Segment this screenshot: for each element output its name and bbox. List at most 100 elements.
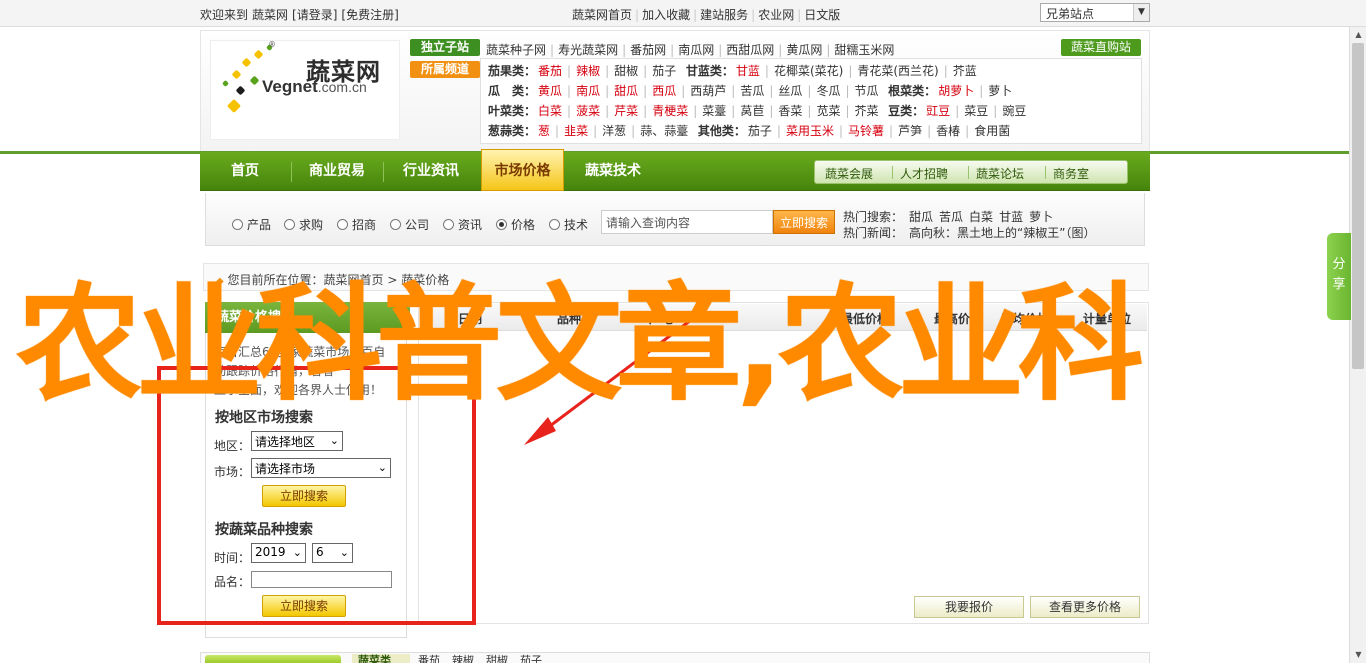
category-link[interactable]: 冬瓜	[816, 84, 840, 98]
category-link[interactable]: 香椿	[936, 124, 960, 138]
search-type-option[interactable]: 技术	[549, 216, 588, 233]
bottom-category-link[interactable]: 甜椒	[486, 654, 508, 663]
category-link[interactable]: 青梗菜	[652, 104, 688, 118]
category-link[interactable]: 甜瓜	[614, 84, 638, 98]
bottom-category-link[interactable]: 番茄	[418, 654, 440, 663]
category-link[interactable]: 辣椒	[576, 64, 600, 78]
hot-search-link[interactable]: 白菜	[969, 210, 993, 224]
category-link[interactable]: 胡萝卜	[938, 84, 974, 98]
category-link[interactable]: 苋菜	[816, 104, 840, 118]
search-type-option[interactable]: 价格	[496, 216, 535, 233]
login-link[interactable]: [请登录]	[292, 8, 337, 22]
nav-item[interactable]: 蔬菜技术	[567, 152, 659, 191]
hot-search-link[interactable]: 甘蓝	[999, 210, 1023, 224]
radio-button[interactable]	[443, 219, 454, 230]
search-input[interactable]: 请输入查询内容	[601, 210, 773, 234]
category-link[interactable]: 菠菜	[576, 104, 600, 118]
category-link[interactable]: 芥蓝	[953, 64, 977, 78]
independent-site-link[interactable]: 番茄网	[630, 43, 666, 57]
radio-button[interactable]	[496, 219, 507, 230]
search-type-option[interactable]: 公司	[390, 216, 429, 233]
radio-button[interactable]	[549, 219, 560, 230]
submit-quote-button[interactable]: 我要报价	[914, 596, 1024, 618]
scroll-thumb[interactable]	[1352, 43, 1364, 369]
top-link[interactable]: 农业网	[758, 8, 794, 22]
radio-button[interactable]	[390, 219, 401, 230]
category-link[interactable]: 菜薹	[702, 104, 726, 118]
nav-item[interactable]: 商业贸易	[292, 152, 382, 191]
category-link[interactable]: 芦笋	[898, 124, 922, 138]
independent-site-link[interactable]: 蔬菜种子网	[486, 43, 546, 57]
category-link[interactable]: 韭菜	[564, 124, 588, 138]
category-link[interactable]: 苦瓜	[740, 84, 764, 98]
top-link[interactable]: 蔬菜网首页	[572, 8, 632, 22]
nav-item[interactable]: 首页	[200, 152, 290, 191]
more-prices-button[interactable]: 查看更多价格	[1030, 596, 1140, 618]
category-link[interactable]: 丝瓜	[778, 84, 802, 98]
scroll-up-icon[interactable]: ▲	[1350, 27, 1366, 43]
share-tab[interactable]: 分 享	[1327, 233, 1351, 320]
bottom-category-link[interactable]: 茄子	[520, 654, 542, 663]
category-link[interactable]: 食用菌	[974, 124, 1010, 138]
category-link[interactable]: 香菜	[778, 104, 802, 118]
independent-site-link[interactable]: 南瓜网	[678, 43, 714, 57]
category-link[interactable]: 洋葱	[602, 124, 626, 138]
category-link[interactable]: 莴苣	[740, 104, 764, 118]
sub-nav-item[interactable]: 人才招聘	[900, 165, 948, 182]
search-type-option[interactable]: 产品	[232, 216, 271, 233]
sub-nav-item[interactable]: 商务室	[1053, 165, 1089, 182]
category-link[interactable]: 节瓜	[855, 84, 879, 98]
category-link[interactable]: 西瓜	[652, 84, 676, 98]
category-link[interactable]: 豌豆	[1002, 104, 1026, 118]
hot-search-link[interactable]: 萝卜	[1029, 210, 1053, 224]
bottom-category-link[interactable]: 辣椒	[452, 654, 474, 663]
vertical-scrollbar[interactable]: ▲ ▼	[1349, 27, 1366, 663]
top-link[interactable]: 建站服务	[700, 8, 748, 22]
independent-site-link[interactable]: 西甜瓜网	[726, 43, 774, 57]
hot-search-link[interactable]: 苦瓜	[939, 210, 963, 224]
search-type-option[interactable]: 求购	[284, 216, 323, 233]
register-link[interactable]: [免费注册]	[341, 8, 398, 22]
independent-site-link[interactable]: 寿光蔬菜网	[558, 43, 618, 57]
site-name-link[interactable]: 蔬菜网	[252, 8, 288, 22]
search-button[interactable]: 立即搜索	[773, 210, 835, 234]
category-link[interactable]: 茄子	[748, 124, 772, 138]
sub-nav-item[interactable]: 蔬菜论坛	[976, 165, 1024, 182]
category-link[interactable]: 马铃薯	[848, 124, 884, 138]
nav-item[interactable]: 行业资讯	[385, 152, 477, 191]
radio-button[interactable]	[232, 219, 243, 230]
search-type-option[interactable]: 资讯	[443, 216, 482, 233]
category-link[interactable]: 白菜	[538, 104, 562, 118]
vegetable-shop-button[interactable]: 蔬菜直购站	[1061, 39, 1141, 56]
category-link[interactable]: 豇豆	[926, 104, 950, 118]
category-link[interactable]: 花椰菜(菜花)	[774, 64, 843, 78]
category-link[interactable]: 芥菜	[855, 104, 879, 118]
independent-site-link[interactable]: 甜糯玉米网	[834, 43, 894, 57]
category-link[interactable]: 青花菜(西兰花)	[857, 64, 938, 78]
category-link[interactable]: 茄子	[652, 64, 676, 78]
category-link[interactable]: 番茄	[538, 64, 562, 78]
radio-button[interactable]	[284, 219, 295, 230]
category-link[interactable]: 芹菜	[614, 104, 638, 118]
sub-nav-item[interactable]: 蔬菜会展	[825, 165, 873, 182]
top-link[interactable]: 加入收藏	[642, 8, 690, 22]
category-link[interactable]: 菜豆	[964, 104, 988, 118]
category-link[interactable]: 南瓜	[576, 84, 600, 98]
category-link[interactable]: 葱	[538, 124, 550, 138]
category-link[interactable]: 蒜、蒜薹	[640, 124, 688, 138]
category-link[interactable]: 西葫芦	[690, 84, 726, 98]
nav-item[interactable]: 市场价格	[481, 149, 564, 191]
category-link[interactable]: 甜椒	[614, 64, 638, 78]
category-link[interactable]: 甘蓝	[736, 64, 760, 78]
top-link[interactable]: 日文版	[804, 8, 840, 22]
independent-site-link[interactable]: 黄瓜网	[786, 43, 822, 57]
category-link[interactable]: 萝卜	[988, 84, 1012, 98]
hot-news-link[interactable]: 高向秋：黑土地上的“辣椒王”（图）	[909, 226, 1095, 240]
category-link[interactable]: 黄瓜	[538, 84, 562, 98]
scroll-down-icon[interactable]: ▼	[1350, 647, 1366, 663]
radio-button[interactable]	[337, 219, 348, 230]
category-link[interactable]: 菜用玉米	[786, 124, 834, 138]
sibling-sites-select[interactable]: 兄弟站点 ▼	[1040, 3, 1150, 22]
search-type-option[interactable]: 招商	[337, 216, 376, 233]
hot-search-link[interactable]: 甜瓜	[909, 210, 933, 224]
